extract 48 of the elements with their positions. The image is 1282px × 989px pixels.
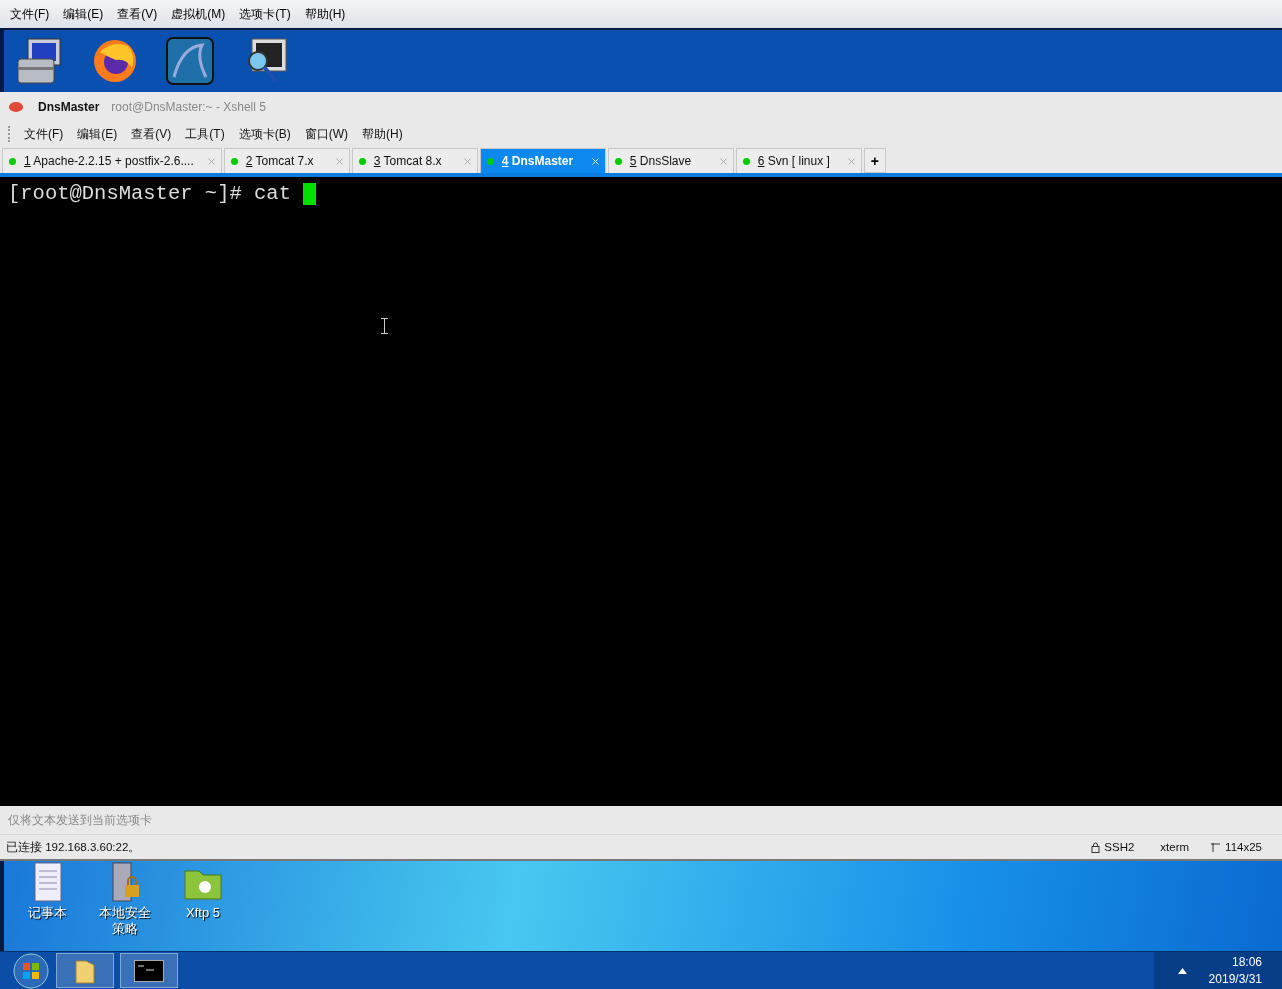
shark-fin-icon[interactable] bbox=[166, 37, 214, 85]
status-dot-icon bbox=[358, 157, 366, 165]
resize-icon bbox=[1211, 841, 1222, 853]
text-cursor-icon bbox=[381, 318, 388, 334]
show-hidden-icons-icon[interactable] bbox=[1177, 967, 1187, 974]
menu-item[interactable]: 窗口(W) bbox=[304, 125, 348, 143]
session-name: DnsMaster bbox=[38, 100, 100, 114]
desktop-icon-label[interactable]: 本地安全策略 bbox=[93, 905, 157, 937]
session-tab[interactable]: 1 Apache-2.2.15 + postfix-2.6.... bbox=[2, 148, 222, 173]
clock-time[interactable]: 18:06 bbox=[1231, 953, 1262, 971]
menu-item[interactable]: 选项卡(T) bbox=[239, 5, 291, 23]
console-taskbar-button[interactable] bbox=[120, 953, 178, 988]
desktop-icon-label[interactable]: 记事本 bbox=[15, 905, 79, 921]
menu-item[interactable]: 编辑(E) bbox=[63, 5, 104, 23]
session-tab[interactable]: 4 DnsMaster bbox=[479, 148, 606, 173]
menu-item[interactable]: 工具(T) bbox=[185, 125, 225, 143]
menu-item[interactable]: 选项卡(B) bbox=[238, 125, 291, 143]
add-tab-button[interactable]: + bbox=[863, 148, 886, 173]
status-dot-icon bbox=[742, 157, 750, 165]
window-title: root@DnsMaster:~ - Xshell 5 bbox=[111, 100, 266, 114]
menu-item[interactable]: 帮助(H) bbox=[304, 5, 346, 23]
status-dot-icon bbox=[486, 157, 494, 165]
session-tab[interactable]: 3 Tomcat 8.x bbox=[351, 148, 478, 173]
console-icon bbox=[134, 959, 164, 982]
status-dot-icon bbox=[614, 157, 622, 165]
terminal-prompt: [root@DnsMaster ~]# cat bbox=[0, 177, 1282, 205]
menu-item[interactable]: 帮助(H) bbox=[362, 125, 403, 143]
start-button-icon[interactable] bbox=[12, 952, 50, 989]
lock-icon bbox=[1091, 841, 1101, 853]
menu-item[interactable]: 编辑(E) bbox=[77, 125, 118, 143]
session-tab[interactable]: 2 Tomcat 7.x bbox=[223, 148, 350, 173]
status-dot-icon bbox=[230, 157, 238, 165]
menu-item[interactable]: 查看(V) bbox=[117, 5, 158, 23]
folder-taskbar-button[interactable] bbox=[56, 953, 114, 988]
session-tab[interactable]: 6 Svn [ linux ] bbox=[735, 148, 862, 173]
menu-item[interactable]: 文件(F) bbox=[24, 125, 64, 143]
status-dot-icon bbox=[9, 157, 16, 165]
terminal-size-label: 114x25 bbox=[1225, 841, 1262, 853]
protocol-label: SSH2 bbox=[1104, 841, 1135, 853]
menu-item[interactable]: 文件(F) bbox=[10, 5, 50, 23]
clock-date[interactable]: 2019/3/31 bbox=[1208, 970, 1262, 988]
session-tab[interactable]: 5 DnsSlave bbox=[607, 148, 734, 173]
menu-item[interactable]: 查看(V) bbox=[131, 125, 172, 143]
terminal-type-label: xterm bbox=[1160, 841, 1190, 853]
menu-item[interactable]: 虚拟机(M) bbox=[171, 5, 226, 23]
connection-status: 已连接 192.168.3.60:22。 bbox=[6, 839, 141, 855]
send-text-field[interactable]: 仅将文本发送到当前选项卡 bbox=[8, 813, 408, 827]
computer-toolbox-icon[interactable] bbox=[14, 35, 64, 87]
